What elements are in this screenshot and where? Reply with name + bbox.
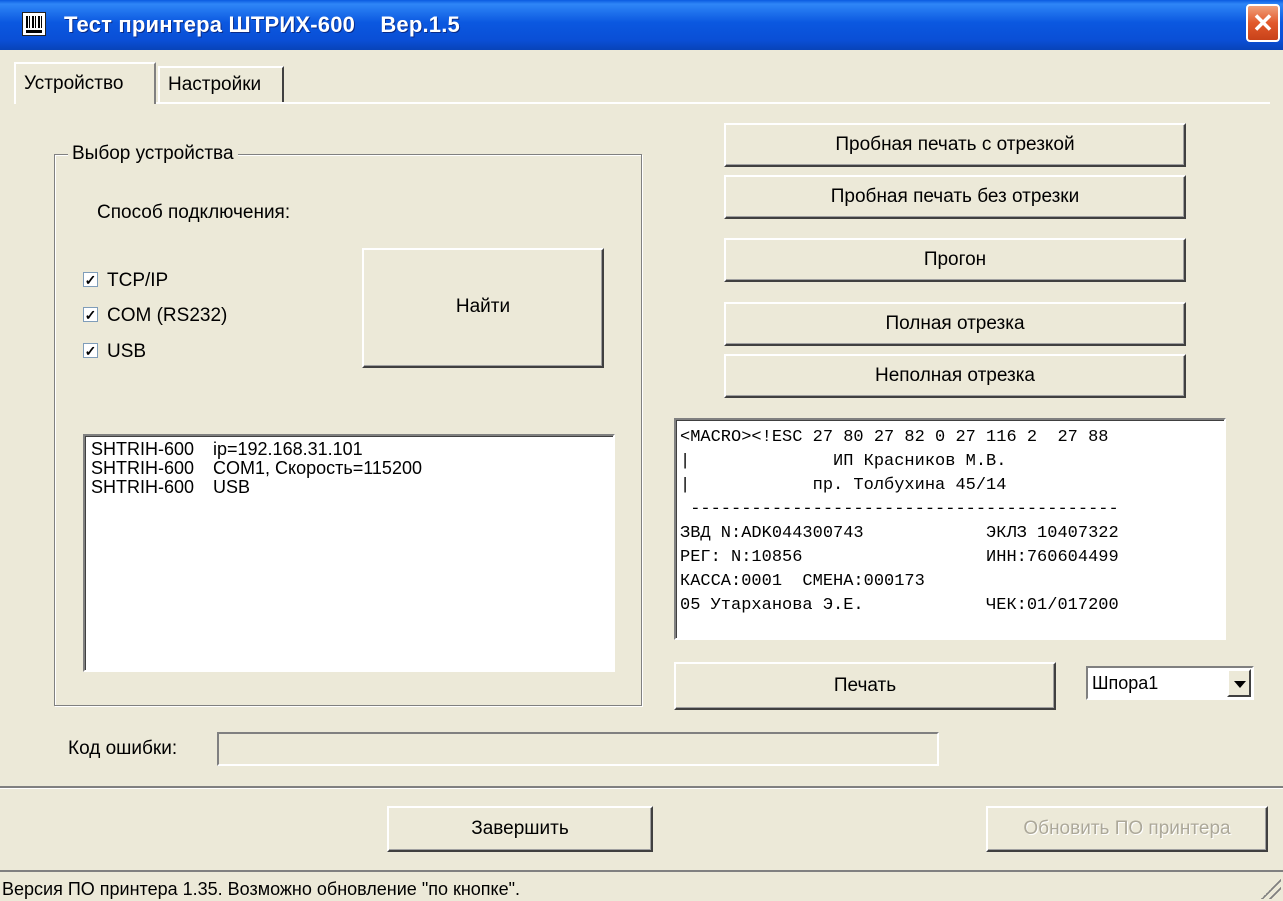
tab-panel-border (14, 102, 1270, 104)
receipt-line: ЗВД N:ADK044300743 ЭКЛЗ 10407322 (680, 524, 1119, 543)
close-button[interactable]: ✕ (1246, 4, 1280, 42)
usb-checkbox[interactable]: ✓ USB (83, 339, 203, 365)
receipt-line: КАССА:0001 СМЕНА:000173 (680, 572, 925, 591)
app-window: Тест принтера ШТРИХ-600 Вер.1.5 ✕ Устрой… (0, 0, 1283, 901)
full-cut-button[interactable]: Полная отрезка (724, 302, 1186, 346)
status-text: Версия ПО принтера 1.35. Возможно обновл… (2, 879, 521, 899)
device-connection: ip=192.168.31.101 (213, 439, 363, 459)
receipt-line: РЕГ: N:10856 ИНН:760604499 (680, 548, 1119, 567)
window-title: Тест принтера ШТРИХ-600 Вер.1.5 (64, 12, 460, 37)
test-print-with-cut-button[interactable]: Пробная печать с отрезкой (724, 123, 1186, 167)
partial-cut-button[interactable]: Неполная отрезка (724, 354, 1186, 398)
checkbox-check-icon[interactable]: ✓ (83, 307, 98, 322)
com-rs232-checkbox[interactable]: ✓ COM (RS232) (83, 303, 283, 329)
receipt-line: | ИП Красников М.В. (680, 452, 1007, 471)
list-item[interactable]: SHTRIH-600 USB (91, 478, 613, 497)
device-name: SHTRIH-600 (91, 458, 195, 478)
receipt-line: 05 Утарханова Э.Е. ЧЕК:01/017200 (680, 596, 1119, 615)
device-selection-legend: Выбор устройства (68, 142, 238, 166)
receipt-line: | пр. Толбухина 45/14 (680, 476, 1007, 495)
tab-device[interactable]: Устройство (14, 62, 156, 104)
error-code-field (217, 732, 939, 766)
footer-divider (0, 786, 1283, 788)
receipt-text-area[interactable]: <MACRO><!ESC 27 80 27 82 0 27 116 2 27 8… (674, 418, 1226, 640)
list-item[interactable]: SHTRIH-600 COM1, Скорость=115200 (91, 459, 613, 478)
test-print-without-cut-button[interactable]: Пробная печать без отрезки (724, 175, 1186, 219)
exit-button[interactable]: Завершить (387, 806, 653, 852)
find-button[interactable]: Найти (362, 248, 604, 368)
status-bar: Версия ПО принтера 1.35. Возможно обновл… (0, 870, 1283, 901)
update-firmware-button: Обновить ПО принтера (986, 806, 1268, 852)
tab-settings[interactable]: Настройки (158, 66, 284, 102)
print-button[interactable]: Печать (674, 662, 1056, 710)
device-name: SHTRIH-600 (91, 477, 195, 497)
template-select-value: Шпора1 (1092, 673, 1159, 693)
tcpip-label: TCP/IP (107, 270, 169, 291)
tcpip-checkbox[interactable]: ✓ TCP/IP (83, 268, 233, 294)
device-list[interactable]: SHTRIH-600 ip=192.168.31.101 SHTRIH-600 … (83, 434, 615, 672)
template-select[interactable]: Шпора1 (1086, 666, 1254, 700)
checkbox-check-icon[interactable]: ✓ (83, 343, 98, 358)
device-connection: USB (213, 477, 251, 497)
receipt-line: ----------------------------------------… (680, 500, 1119, 519)
checkbox-check-icon[interactable]: ✓ (83, 272, 98, 287)
feed-button[interactable]: Прогон (724, 238, 1186, 282)
device-name: SHTRIH-600 (91, 439, 195, 459)
usb-label: USB (107, 341, 147, 362)
receipt-line: <MACRO><!ESC 27 80 27 82 0 27 116 2 27 8… (680, 428, 1109, 447)
barcode-printer-icon (22, 12, 46, 36)
com-rs232-label: COM (RS232) (107, 305, 228, 326)
list-item[interactable]: SHTRIH-600 ip=192.168.31.101 (91, 440, 613, 459)
chevron-down-icon[interactable] (1227, 669, 1251, 697)
error-code-label: Код ошибки: (68, 738, 178, 759)
connection-method-label: Способ подключения: (97, 202, 291, 223)
device-connection: COM1, Скорость=115200 (213, 458, 422, 478)
title-bar[interactable]: Тест принтера ШТРИХ-600 Вер.1.5 ✕ (0, 0, 1283, 50)
resize-grip-icon[interactable] (1261, 879, 1281, 899)
